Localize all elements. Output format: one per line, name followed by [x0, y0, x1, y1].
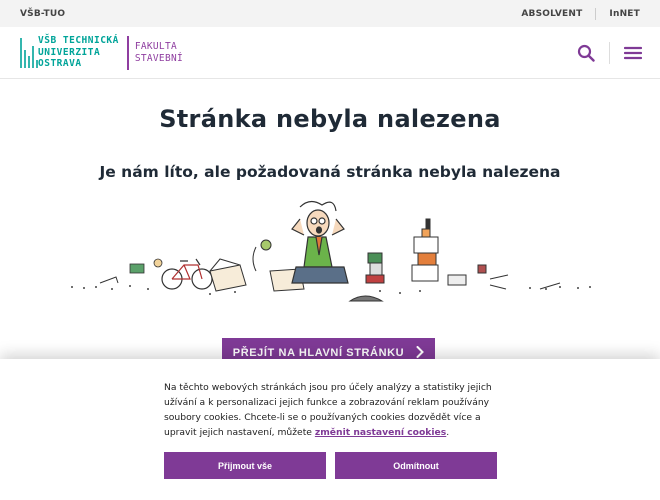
- cookie-settings-link[interactable]: změnit nastavení cookies: [315, 427, 446, 438]
- cookie-consent-banner: Na těchto webových stránkách jsou pro úč…: [0, 359, 660, 500]
- top-utility-bar: VŠB-TUO ABSOLVENT InNET: [0, 0, 660, 27]
- hamburger-menu-icon[interactable]: [624, 46, 642, 60]
- cta-label: PŘEJÍT NA HLAVNÍ STRÁNKU: [232, 347, 405, 359]
- header-divider: [609, 41, 610, 64]
- logo-divider: [126, 35, 129, 70]
- vsb-logo-mark-icon: [20, 37, 38, 68]
- confused-man-illustration: [71, 200, 591, 302]
- reject-cookies-button[interactable]: Odmítnout: [335, 452, 497, 479]
- absolvent-link[interactable]: ABSOLVENT: [521, 9, 582, 19]
- vsb-tuo-link[interactable]: VŠB-TUO: [20, 9, 65, 19]
- cookie-notice-text: Na těchto webových stránkách jsou pro úč…: [164, 382, 492, 438]
- page-title: Stránka nebyla nalezena: [159, 105, 501, 133]
- main-content: Stránka nebyla nalezena Je nám líto, ale…: [0, 105, 660, 319]
- faculty-name: FAKULTA STAVEBNÍ: [134, 40, 184, 64]
- site-header: VŠB TECHNICKÁ UNIVERZITA OSTRAVA FAKULTA…: [0, 27, 660, 79]
- innet-link[interactable]: InNET: [609, 9, 640, 19]
- accept-all-cookies-button[interactable]: Přijmout vše: [164, 452, 326, 479]
- site-logo[interactable]: VŠB TECHNICKÁ UNIVERZITA OSTRAVA FAKULTA…: [20, 35, 183, 70]
- search-icon[interactable]: [577, 44, 595, 62]
- header-actions: [577, 41, 642, 64]
- top-links-divider: [595, 7, 597, 20]
- university-name: VŠB TECHNICKÁ UNIVERZITA OSTRAVA: [38, 35, 119, 70]
- top-links: ABSOLVENT InNET: [521, 7, 640, 20]
- page-subtitle: Je nám líto, ale požadovaná stránka neby…: [99, 163, 561, 181]
